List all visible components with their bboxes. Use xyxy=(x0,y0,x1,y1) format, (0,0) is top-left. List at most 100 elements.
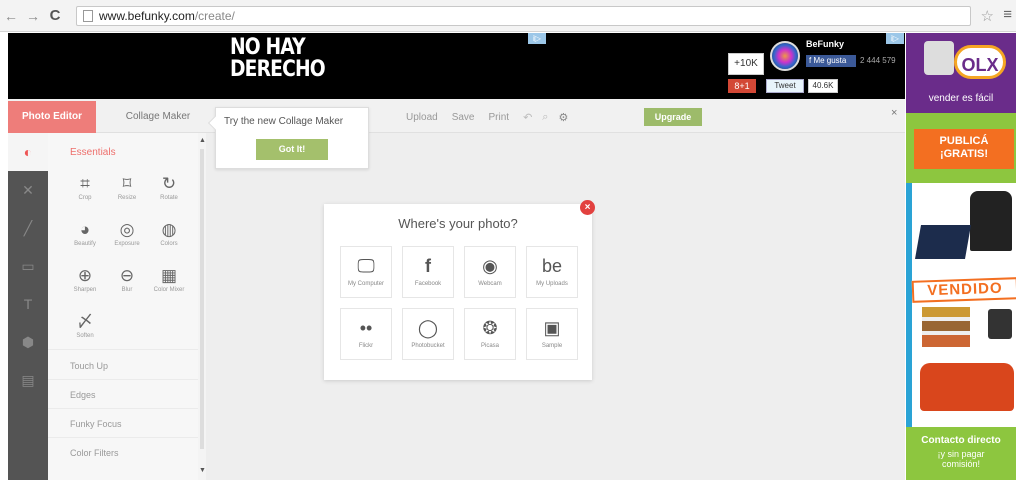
source-photobucket[interactable]: ◯ Photobucket xyxy=(402,308,454,360)
colors-icon: ◍ xyxy=(161,220,177,239)
panel-scrollbar[interactable]: ▲ ▼ xyxy=(198,133,206,480)
tool-label: Resize xyxy=(117,195,137,201)
section-divider xyxy=(48,349,198,350)
webcam-icon: ◉ xyxy=(482,256,498,276)
olx-footer: Contacto directo ¡y sin pagar comisión! xyxy=(906,427,1016,480)
text-category-icon[interactable]: T xyxy=(8,285,48,323)
tweet-button[interactable]: Tweet xyxy=(766,79,804,93)
section-funky-focus[interactable]: Funky Focus xyxy=(70,419,122,429)
reload-icon[interactable]: C xyxy=(44,5,66,27)
top-banner-ad[interactable]: NO HAY DERECHO i▷ +10K 8+1 BeFunky f Me … xyxy=(8,33,905,99)
print-button[interactable]: Print xyxy=(489,112,510,123)
robot-mascot-icon xyxy=(924,41,954,75)
url-host: www.befunky.com xyxy=(99,9,195,23)
essentials-heading[interactable]: Essentials xyxy=(70,147,116,158)
dialog-close-icon[interactable]: × xyxy=(580,200,595,215)
frames-category-icon[interactable]: ▭ xyxy=(8,247,48,285)
got-it-button[interactable]: Got It! xyxy=(256,139,328,160)
zoom-icon[interactable]: ⌕ xyxy=(542,111,548,124)
section-color-filters[interactable]: Color Filters xyxy=(70,448,119,458)
source-label: Sample xyxy=(541,343,563,349)
settings-gear-icon[interactable]: ⚙ xyxy=(558,111,568,124)
back-arrow-icon[interactable]: ← xyxy=(0,5,22,27)
olx-logo: OLX xyxy=(954,45,1006,79)
color-mixer-tool[interactable]: ▦ Color Mixer xyxy=(148,265,190,305)
exposure-icon: ◎ xyxy=(119,220,135,239)
save-button[interactable]: Save xyxy=(452,112,475,123)
google-plus-button[interactable]: 8+1 xyxy=(728,79,756,93)
beautify-tool[interactable]: ◕ Beautify xyxy=(64,219,106,259)
source-picasa[interactable]: ❂ Picasa xyxy=(464,308,516,360)
tool-label: Crop xyxy=(78,195,92,201)
crop-tool[interactable]: ⌗ Crop xyxy=(64,173,106,213)
popover-text: Try the new Collage Maker xyxy=(224,116,344,127)
source-label: My Computer xyxy=(347,281,384,287)
resize-tool[interactable]: ⌑ Resize xyxy=(106,173,148,213)
publica-gratis-button[interactable]: PUBLICÁ ¡GRATIS! xyxy=(914,129,1014,169)
section-touch-up[interactable]: Touch Up xyxy=(70,361,108,371)
blur-tool[interactable]: ⊖ Blur xyxy=(106,265,148,305)
sample-image-icon: ▣ xyxy=(543,318,561,338)
tool-label: Rotate xyxy=(160,195,178,201)
section-divider xyxy=(48,437,198,438)
tab-collage-maker[interactable]: Collage Maker xyxy=(108,101,208,133)
olx-cta-area: PUBLICÁ ¡GRATIS! xyxy=(906,113,1016,183)
tool-category-bar: ◐ ✕ ╱ ▭ T ⬢ ▤ xyxy=(8,133,48,480)
close-icon[interactable]: × xyxy=(891,107,897,119)
tool-label: Soften xyxy=(76,333,94,339)
essentials-category-icon[interactable]: ◐ xyxy=(8,133,48,171)
soften-icon: 〆 xyxy=(76,312,94,331)
ad-choices-icon[interactable]: i▷ xyxy=(528,33,546,44)
editor-topbar: Photo Editor Collage Maker Upload Save P… xyxy=(8,99,905,133)
colors-tool[interactable]: ◍ Colors xyxy=(148,219,190,259)
source-my-computer[interactable]: 🖵 My Computer xyxy=(340,246,392,298)
scroll-down-icon[interactable]: ▼ xyxy=(199,467,206,474)
source-webcam[interactable]: ◉ Webcam xyxy=(464,246,516,298)
sharpen-tool[interactable]: ⊕ Sharpen xyxy=(64,265,106,305)
social-widget: +10K 8+1 BeFunky f Me gusta 2 444 579 Tw… xyxy=(728,33,908,99)
olx-goods-image: VENDIDO xyxy=(911,183,1016,427)
upload-button[interactable]: Upload xyxy=(406,112,438,123)
effects-category-icon[interactable]: ✕ xyxy=(8,171,48,209)
exposure-tool[interactable]: ◎ Exposure xyxy=(106,219,148,259)
section-edges[interactable]: Edges xyxy=(70,390,96,400)
tool-label: Beautify xyxy=(74,241,96,247)
scrollbar-thumb[interactable] xyxy=(200,149,204,449)
vendido-label: VENDIDO xyxy=(911,277,1016,303)
source-sample[interactable]: ▣ Sample xyxy=(526,308,578,360)
bookmark-star-icon[interactable]: ☆ xyxy=(981,7,994,25)
photo-source-dialog: × Where's your photo? 🖵 My Computer f Face… xyxy=(324,200,595,380)
tool-label: Exposure xyxy=(114,241,140,247)
tab-photo-editor[interactable]: Photo Editor xyxy=(8,101,96,133)
source-flickr[interactable]: •• Flickr xyxy=(340,308,392,360)
scroll-up-icon[interactable]: ▲ xyxy=(199,137,206,144)
address-bar[interactable]: www.befunky.com /create/ xyxy=(76,6,971,26)
graphics-category-icon[interactable]: ⬢ xyxy=(8,323,48,361)
upgrade-button[interactable]: Upgrade xyxy=(644,108,702,126)
laptop-image xyxy=(915,225,971,259)
brand-name: BeFunky xyxy=(806,39,845,49)
befunky-uploads-icon: be xyxy=(541,256,563,276)
rotate-tool[interactable]: ↻ Rotate xyxy=(148,173,190,213)
url-path: /create/ xyxy=(194,9,235,23)
source-my-uploads[interactable]: be My Uploads xyxy=(526,246,578,298)
forward-arrow-icon[interactable]: → xyxy=(22,5,44,27)
contacto-directo-text: Contacto directo xyxy=(921,435,1001,446)
soften-tool[interactable]: 〆 Soften xyxy=(64,311,106,351)
draw-category-icon[interactable]: ╱ xyxy=(8,209,48,247)
tool-label: Sharpen xyxy=(73,287,97,293)
essentials-panel: Essentials ⌗ Crop ⌑ Resize ↻ Rotate ◕ Beauti… xyxy=(48,133,198,480)
side-banner-ad[interactable]: OLX vender es fácil PUBLICÁ ¡GRATIS! VEN… xyxy=(906,33,1016,480)
browser-toolbar: ← → C www.befunky.com /create/ ☆ ≡ xyxy=(0,0,1016,32)
phone-image xyxy=(988,309,1012,339)
textures-category-icon[interactable]: ▤ xyxy=(8,361,48,399)
browser-menu-icon[interactable]: ≡ xyxy=(1003,6,1012,23)
sofa-image xyxy=(920,363,1014,411)
photo-editor-app: Photo Editor Collage Maker Upload Save P… xyxy=(8,99,905,480)
facebook-icon: f xyxy=(425,256,431,276)
banner-headline: NO HAY DERECHO xyxy=(230,35,326,82)
ad-choices-icon-2[interactable]: i▷ xyxy=(886,33,904,44)
source-facebook[interactable]: f Facebook xyxy=(402,246,454,298)
facebook-like-button[interactable]: f Me gusta xyxy=(806,55,856,67)
undo-icon[interactable]: ↶ xyxy=(523,111,532,124)
